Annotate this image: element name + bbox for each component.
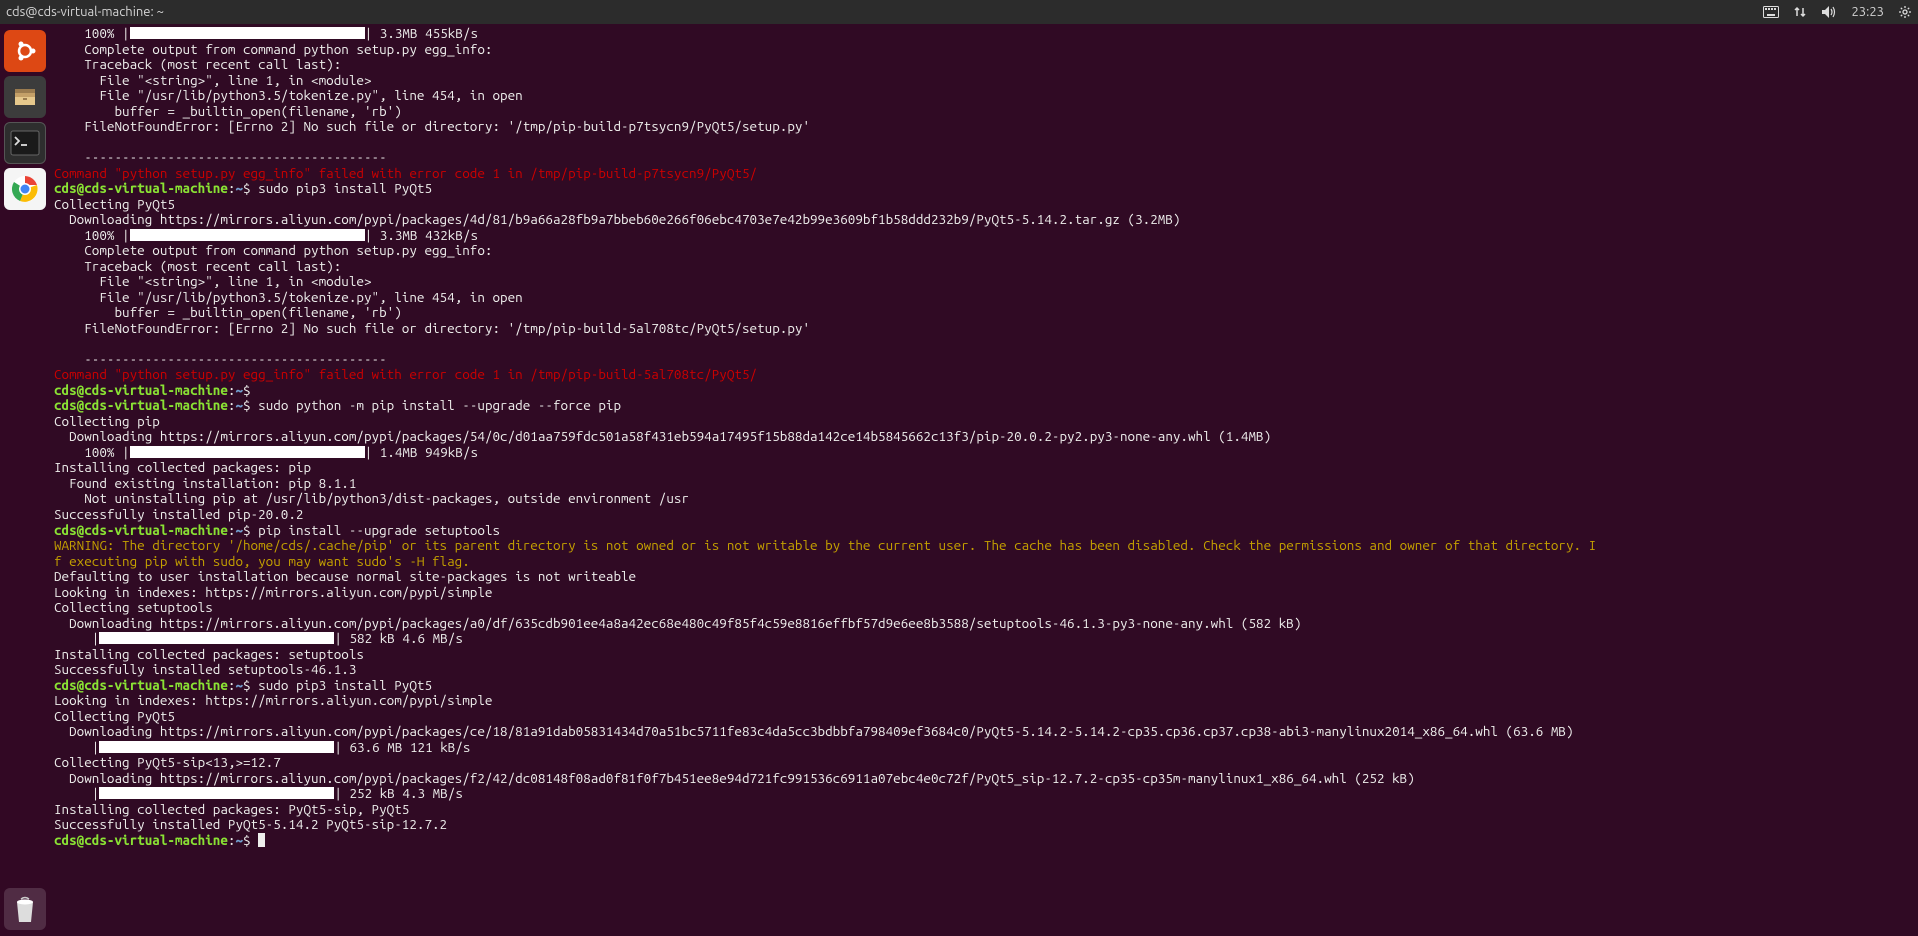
- network-icon[interactable]: [1793, 5, 1807, 19]
- output-line: Successfully installed setuptools-46.1.3: [54, 662, 1914, 678]
- output-line: Complete output from command python setu…: [54, 243, 1914, 259]
- output-line: Downloading https://mirrors.aliyun.com/p…: [54, 771, 1914, 787]
- output-line: Installing collected packages: pip: [54, 460, 1914, 476]
- output-line: Collecting PyQt5: [54, 709, 1914, 725]
- keyboard-icon[interactable]: [1763, 6, 1779, 18]
- output-line: [54, 135, 1914, 151]
- output-line: Collecting pip: [54, 414, 1914, 430]
- output-line: Successfully installed pip-20.0.2: [54, 507, 1914, 523]
- progress-line: 100% || 3.3MB 432kB/s: [54, 227, 478, 243]
- output-line: File "<string>", line 1, in <module>: [54, 73, 1914, 89]
- output-line: buffer = _builtin_open(filename, 'rb'): [54, 104, 1914, 120]
- terminal-window[interactable]: 100% || 3.3MB 455kB/s Complete output fr…: [50, 24, 1918, 936]
- progress-line: || 582 kB 4.6 MB/s: [54, 630, 463, 646]
- trash-icon[interactable]: [4, 888, 46, 930]
- chrome-icon[interactable]: [4, 168, 46, 210]
- terminal-cursor: [258, 833, 265, 847]
- output-line: [54, 336, 1914, 352]
- output-line: Not uninstalling pip at /usr/lib/python3…: [54, 491, 1914, 507]
- output-line: ----------------------------------------: [54, 150, 1914, 166]
- prompt-line: cds@cds-virtual-machine:~$ sudo pip3 ins…: [54, 678, 1914, 694]
- progress-line: || 63.6 MB 121 kB/s: [54, 739, 470, 755]
- output-line: File "<string>", line 1, in <module>: [54, 274, 1914, 290]
- clock-text[interactable]: 23:23: [1851, 5, 1884, 19]
- warning-line: f executing pip with sudo, you may want …: [54, 554, 1914, 570]
- prompt-line: cds@cds-virtual-machine:~$ pip install -…: [54, 523, 1914, 539]
- output-line: File "/usr/lib/python3.5/tokenize.py", l…: [54, 290, 1914, 306]
- output-line: Downloading https://mirrors.aliyun.com/p…: [54, 429, 1914, 445]
- prompt-line[interactable]: cds@cds-virtual-machine:~$: [54, 833, 1914, 849]
- output-line: Installing collected packages: PyQt5-sip…: [54, 802, 1914, 818]
- output-line: FileNotFoundError: [Errno 2] No such fil…: [54, 321, 1914, 337]
- prompt-line: cds@cds-virtual-machine:~$ sudo pip3 ins…: [54, 181, 1914, 197]
- window-title: cds@cds-virtual-machine: ~: [6, 5, 1763, 19]
- output-line: Found existing installation: pip 8.1.1: [54, 476, 1914, 492]
- output-line: buffer = _builtin_open(filename, 'rb'): [54, 305, 1914, 321]
- progress-line: || 252 kB 4.3 MB/s: [54, 785, 463, 801]
- system-tray: 23:23: [1763, 5, 1912, 19]
- output-line: Installing collected packages: setuptool…: [54, 647, 1914, 663]
- files-icon[interactable]: [4, 76, 46, 118]
- output-line: Traceback (most recent call last):: [54, 259, 1914, 275]
- output-line: Looking in indexes: https://mirrors.aliy…: [54, 585, 1914, 601]
- gear-icon[interactable]: [1898, 5, 1912, 19]
- prompt-line: cds@cds-virtual-machine:~$ sudo python -…: [54, 398, 1914, 414]
- output-line: Defaulting to user installation because …: [54, 569, 1914, 585]
- terminal-icon[interactable]: [4, 122, 46, 164]
- top-menubar: cds@cds-virtual-machine: ~ 23:23: [0, 0, 1918, 24]
- output-line: Collecting PyQt5: [54, 197, 1914, 213]
- error-line: Command "python setup.py egg_info" faile…: [54, 367, 1914, 383]
- output-line: Downloading https://mirrors.aliyun.com/p…: [54, 724, 1914, 740]
- output-line: Complete output from command python setu…: [54, 42, 1914, 58]
- unity-launcher: [0, 24, 50, 936]
- output-line: Downloading https://mirrors.aliyun.com/p…: [54, 616, 1914, 632]
- progress-line: 100% || 1.4MB 949kB/s: [54, 444, 478, 460]
- output-line: Looking in indexes: https://mirrors.aliy…: [54, 693, 1914, 709]
- output-line: Traceback (most recent call last):: [54, 57, 1914, 73]
- volume-icon[interactable]: [1821, 5, 1837, 19]
- output-line: Successfully installed PyQt5-5.14.2 PyQt…: [54, 817, 1914, 833]
- output-line: Collecting PyQt5-sip<13,>=12.7: [54, 755, 1914, 771]
- prompt-line: cds@cds-virtual-machine:~$: [54, 383, 1914, 399]
- output-line: FileNotFoundError: [Errno 2] No such fil…: [54, 119, 1914, 135]
- output-line: Downloading https://mirrors.aliyun.com/p…: [54, 212, 1914, 228]
- output-line: File "/usr/lib/python3.5/tokenize.py", l…: [54, 88, 1914, 104]
- warning-line: WARNING: The directory '/home/cds/.cache…: [54, 538, 1914, 554]
- output-line: Collecting setuptools: [54, 600, 1914, 616]
- error-line: Command "python setup.py egg_info" faile…: [54, 166, 1914, 182]
- ubuntu-dash-icon[interactable]: [4, 30, 46, 72]
- output-line: ----------------------------------------: [54, 352, 1914, 368]
- progress-line: 100% || 3.3MB 455kB/s: [54, 25, 478, 41]
